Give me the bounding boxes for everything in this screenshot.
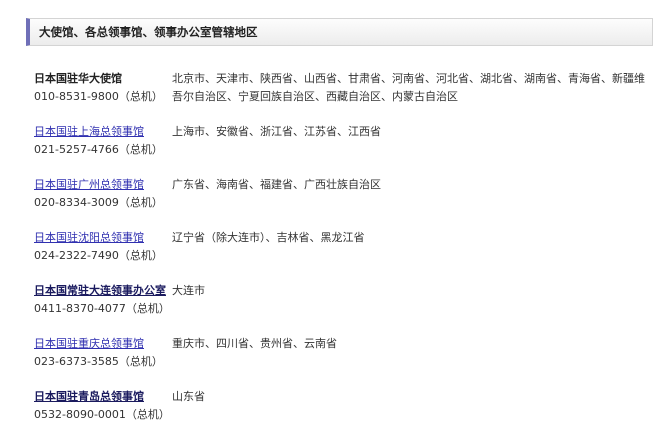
mission-phone: 0532-8090-0001（总机） [34, 408, 170, 421]
mission-entry-shenyang: 日本国驻沈阳总领事馆 024-2322-7490（总机） 辽宁省（除大连市）、吉… [34, 229, 654, 282]
mission-phone: 0411-8370-4077（总机） [34, 302, 170, 315]
mission-jurisdiction: 大连市 [172, 284, 205, 297]
mission-link-dalian[interactable]: 日本国常驻大连领事办公室 [34, 282, 166, 300]
mission-link-chongqing[interactable]: 日本国驻重庆总领事馆 [34, 335, 144, 353]
mission-entry-qingdao: 日本国驻青岛总领事馆 0532-8090-0001（总机） 山东省 [34, 388, 654, 441]
mission-list: 日本国驻华大使馆 010-8531-9800（总机） 北京市、天津市、陕西省、山… [34, 70, 654, 441]
section-title: 大使馆、各总领事馆、领事办公室管辖地区 [39, 25, 258, 39]
mission-phone: 010-8531-9800（总机） [34, 90, 163, 103]
mission-jurisdiction: 重庆市、四川省、贵州省、云南省 [172, 337, 337, 350]
mission-link-shanghai[interactable]: 日本国驻上海总领事馆 [34, 123, 144, 141]
mission-jurisdiction: 辽宁省（除大连市）、吉林省、黑龙江省 [172, 231, 365, 244]
section-header: 大使馆、各总领事馆、领事办公室管辖地区 [26, 18, 653, 46]
mission-jurisdiction: 山东省 [172, 390, 205, 403]
mission-jurisdiction: 上海市、安徽省、浙江省、江苏省、江西省 [172, 125, 381, 138]
mission-phone: 023-6373-3585（总机） [34, 355, 163, 368]
mission-link-qingdao[interactable]: 日本国驻青岛总领事馆 [34, 388, 144, 406]
mission-entry-shanghai: 日本国驻上海总领事馆 021-5257-4766（总机） 上海市、安徽省、浙江省… [34, 123, 654, 176]
mission-link-guangzhou[interactable]: 日本国驻广州总领事馆 [34, 176, 144, 194]
mission-name: 日本国驻华大使馆 [34, 72, 122, 85]
mission-phone: 021-5257-4766（总机） [34, 143, 163, 156]
mission-entry-chongqing: 日本国驻重庆总领事馆 023-6373-3585（总机） 重庆市、四川省、贵州省… [34, 335, 654, 388]
mission-phone: 024-2322-7490（总机） [34, 249, 163, 262]
mission-link-shenyang[interactable]: 日本国驻沈阳总领事馆 [34, 229, 144, 247]
mission-entry-embassy: 日本国驻华大使馆 010-8531-9800（总机） 北京市、天津市、陕西省、山… [34, 70, 654, 123]
mission-jurisdiction: 广东省、海南省、福建省、广西壮族自治区 [172, 178, 381, 191]
mission-entry-dalian: 日本国常驻大连领事办公室 0411-8370-4077（总机） 大连市 [34, 282, 654, 335]
mission-jurisdiction: 北京市、天津市、陕西省、山西省、甘肃省、河南省、河北省、湖北省、湖南省、青海省、… [172, 72, 645, 103]
mission-phone: 020-8334-3009（总机） [34, 196, 163, 209]
mission-entry-guangzhou: 日本国驻广州总领事馆 020-8334-3009（总机） 广东省、海南省、福建省… [34, 176, 654, 229]
